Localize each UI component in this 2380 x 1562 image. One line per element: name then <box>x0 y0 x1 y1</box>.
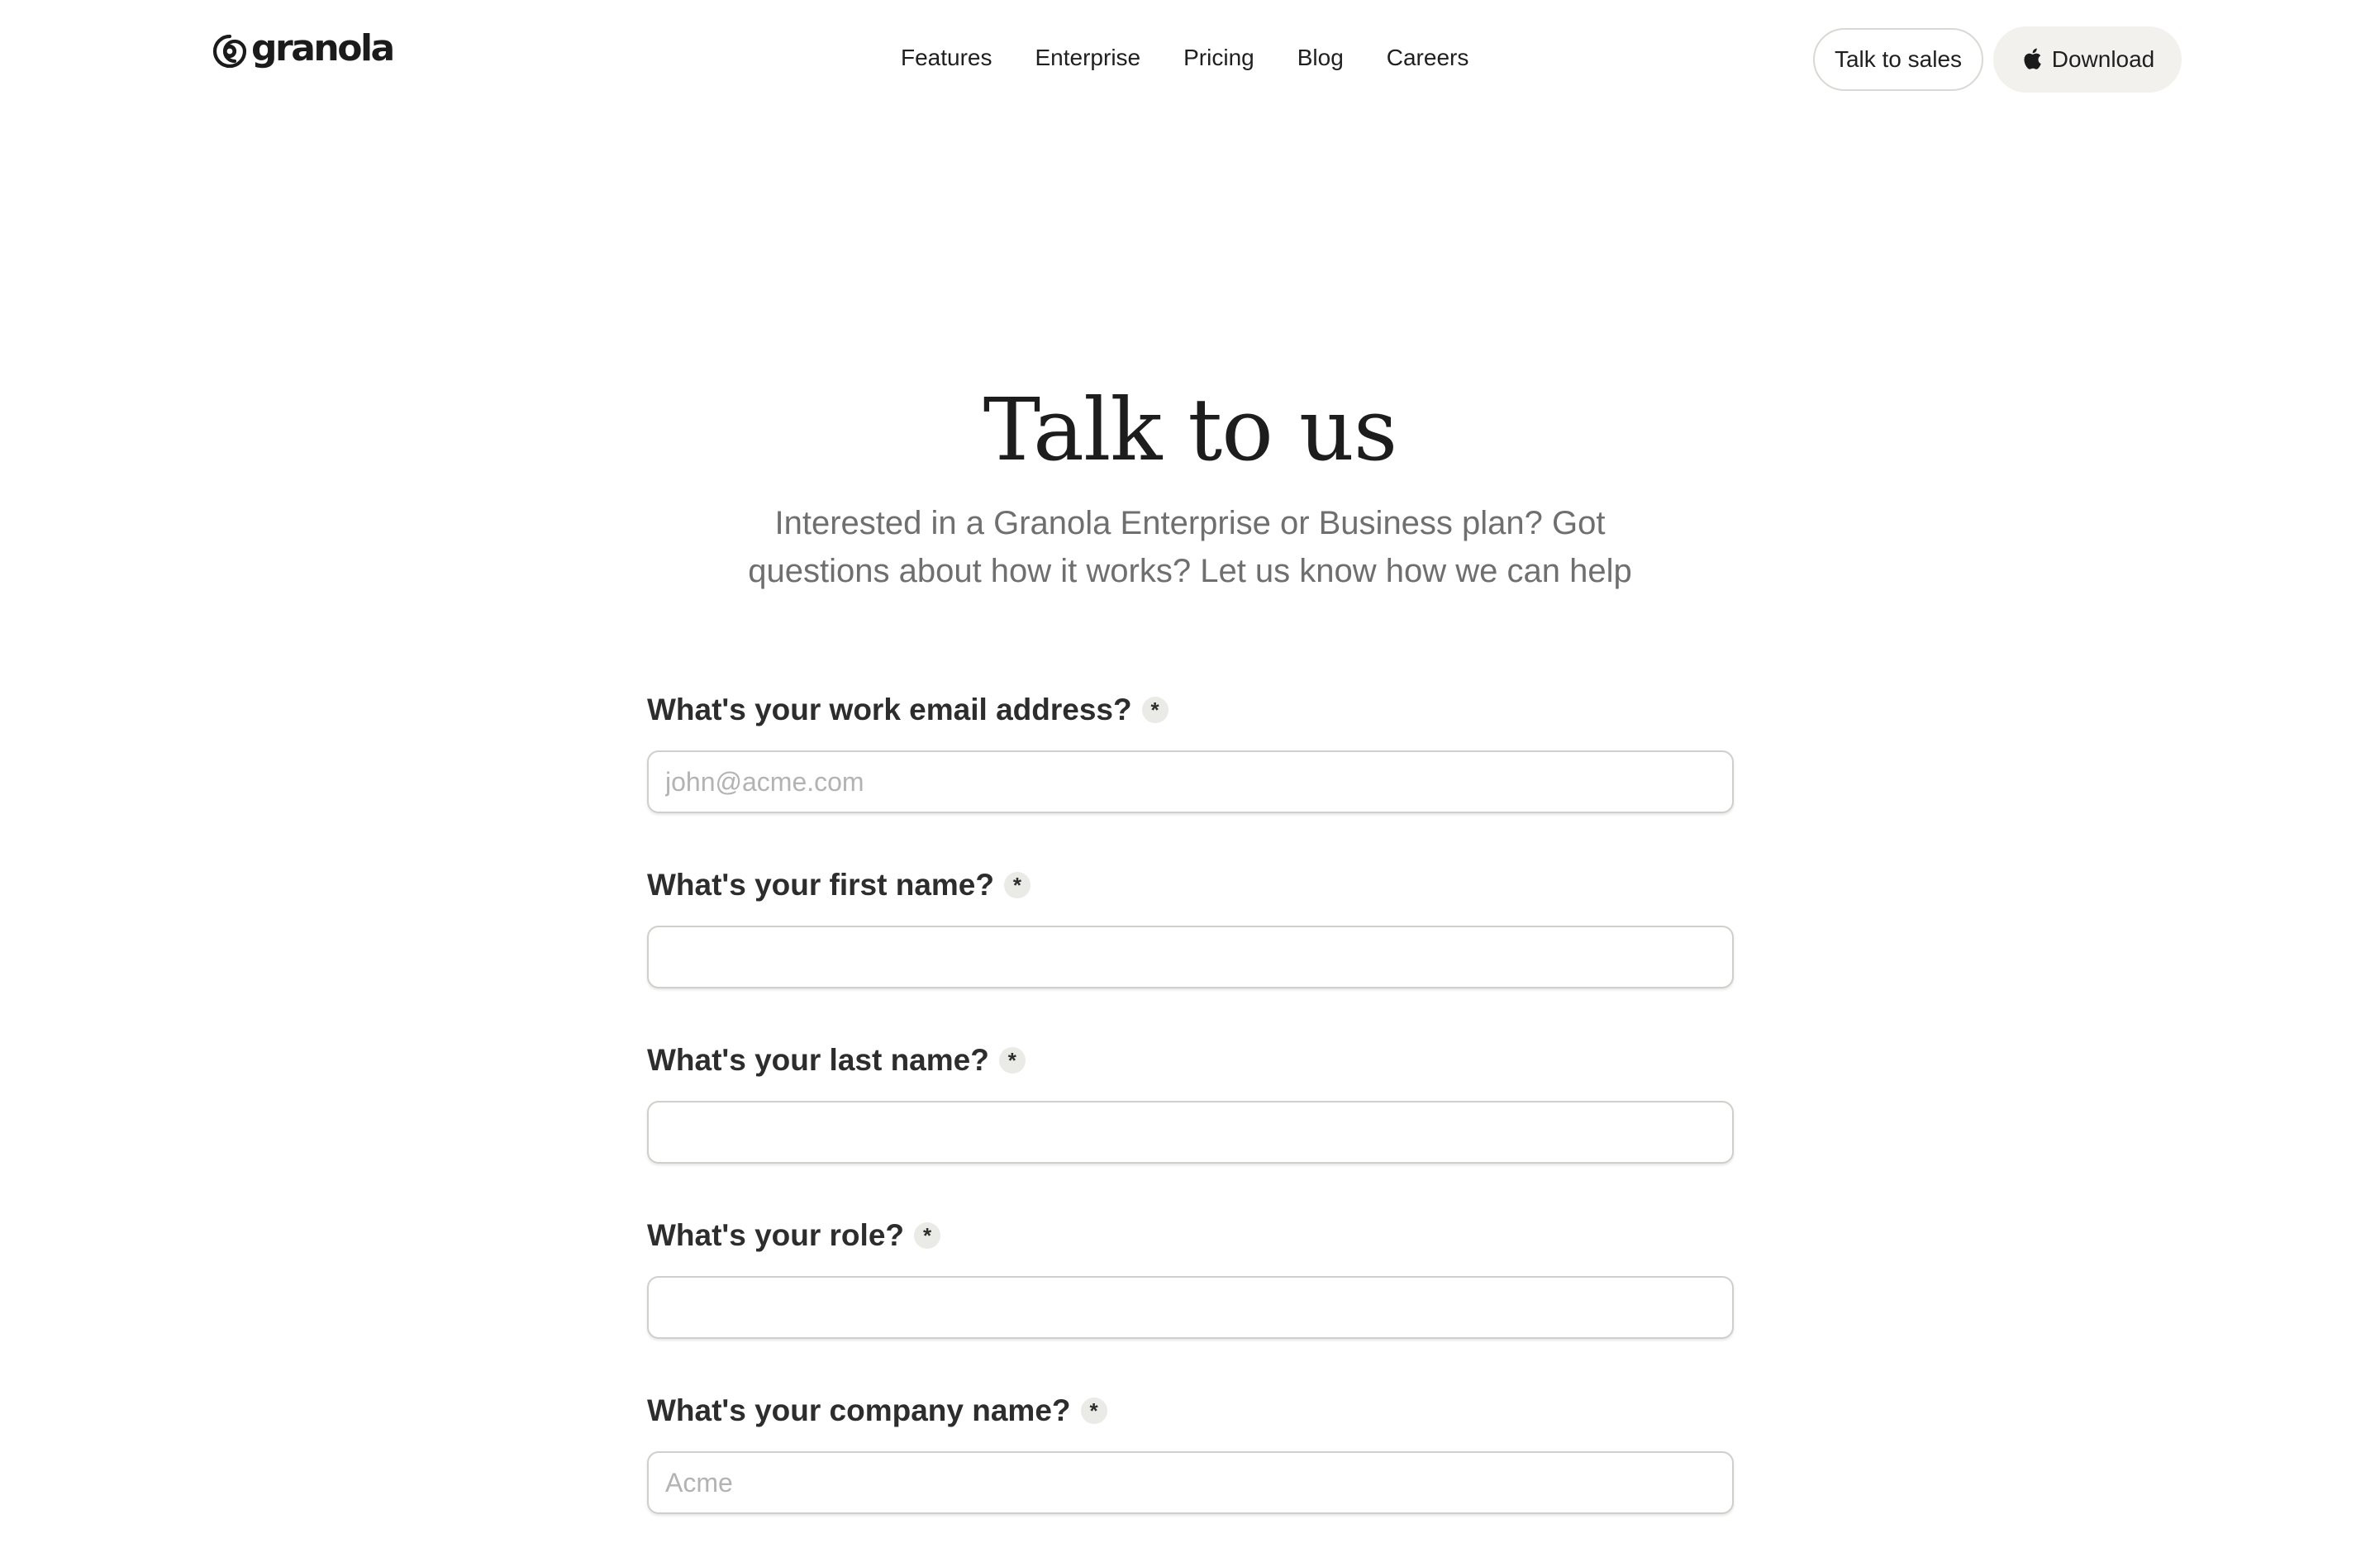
nav-link-blog[interactable]: Blog <box>1297 41 1344 74</box>
page-subtitle: Interested in a Granola Enterprise or Bu… <box>748 505 1632 589</box>
field-company-name: What's your company name? * <box>647 1387 1734 1514</box>
field-work-email: What's your work email address? * <box>647 686 1734 813</box>
company-name-label: What's your company name? <box>647 1393 1071 1427</box>
apple-icon <box>2024 48 2041 69</box>
field-last-name: What's your last name? * <box>647 1036 1734 1164</box>
field-role: What's your role? * <box>647 1212 1734 1339</box>
download-button[interactable]: Download <box>1993 26 2182 93</box>
last-name-label: What's your last name? <box>647 1043 989 1077</box>
first-name-input[interactable] <box>647 926 1734 988</box>
nav-link-features[interactable]: Features <box>901 41 992 74</box>
work-email-label: What's your work email address? <box>647 693 1132 726</box>
granola-logo[interactable]: granola <box>212 27 395 69</box>
required-asterisk-icon: * <box>914 1222 940 1249</box>
role-label: What's your role? <box>647 1218 904 1252</box>
last-name-input[interactable] <box>647 1101 1734 1164</box>
required-asterisk-icon: * <box>1141 697 1169 723</box>
first-name-label: What's your first name? <box>647 868 994 902</box>
granola-spiral-icon <box>212 34 247 69</box>
nav-link-pricing[interactable]: Pricing <box>1183 41 1254 74</box>
nav-link-careers[interactable]: Careers <box>1387 41 1469 74</box>
role-input[interactable] <box>647 1276 1734 1339</box>
required-asterisk-icon: * <box>998 1047 1026 1074</box>
field-first-name: What's your first name? * <box>647 861 1734 988</box>
required-asterisk-icon: * <box>1003 872 1031 898</box>
required-asterisk-icon: * <box>1080 1398 1107 1424</box>
company-name-input[interactable] <box>647 1451 1734 1514</box>
talk-to-sales-button[interactable]: Talk to sales <box>1813 28 1983 91</box>
brand-name: granola <box>251 27 395 69</box>
main-nav: Features Enterprise Pricing Blog Careers <box>901 41 1468 74</box>
work-email-input[interactable] <box>647 750 1734 813</box>
top-nav: granola Features Enterprise Pricing Blog… <box>0 0 2380 117</box>
page-title: Talk to us <box>983 379 1397 480</box>
contact-sales-form: What's your work email address? * What's… <box>647 686 1734 1562</box>
nav-link-enterprise[interactable]: Enterprise <box>1035 41 1141 74</box>
download-label: Download <box>2051 46 2155 72</box>
